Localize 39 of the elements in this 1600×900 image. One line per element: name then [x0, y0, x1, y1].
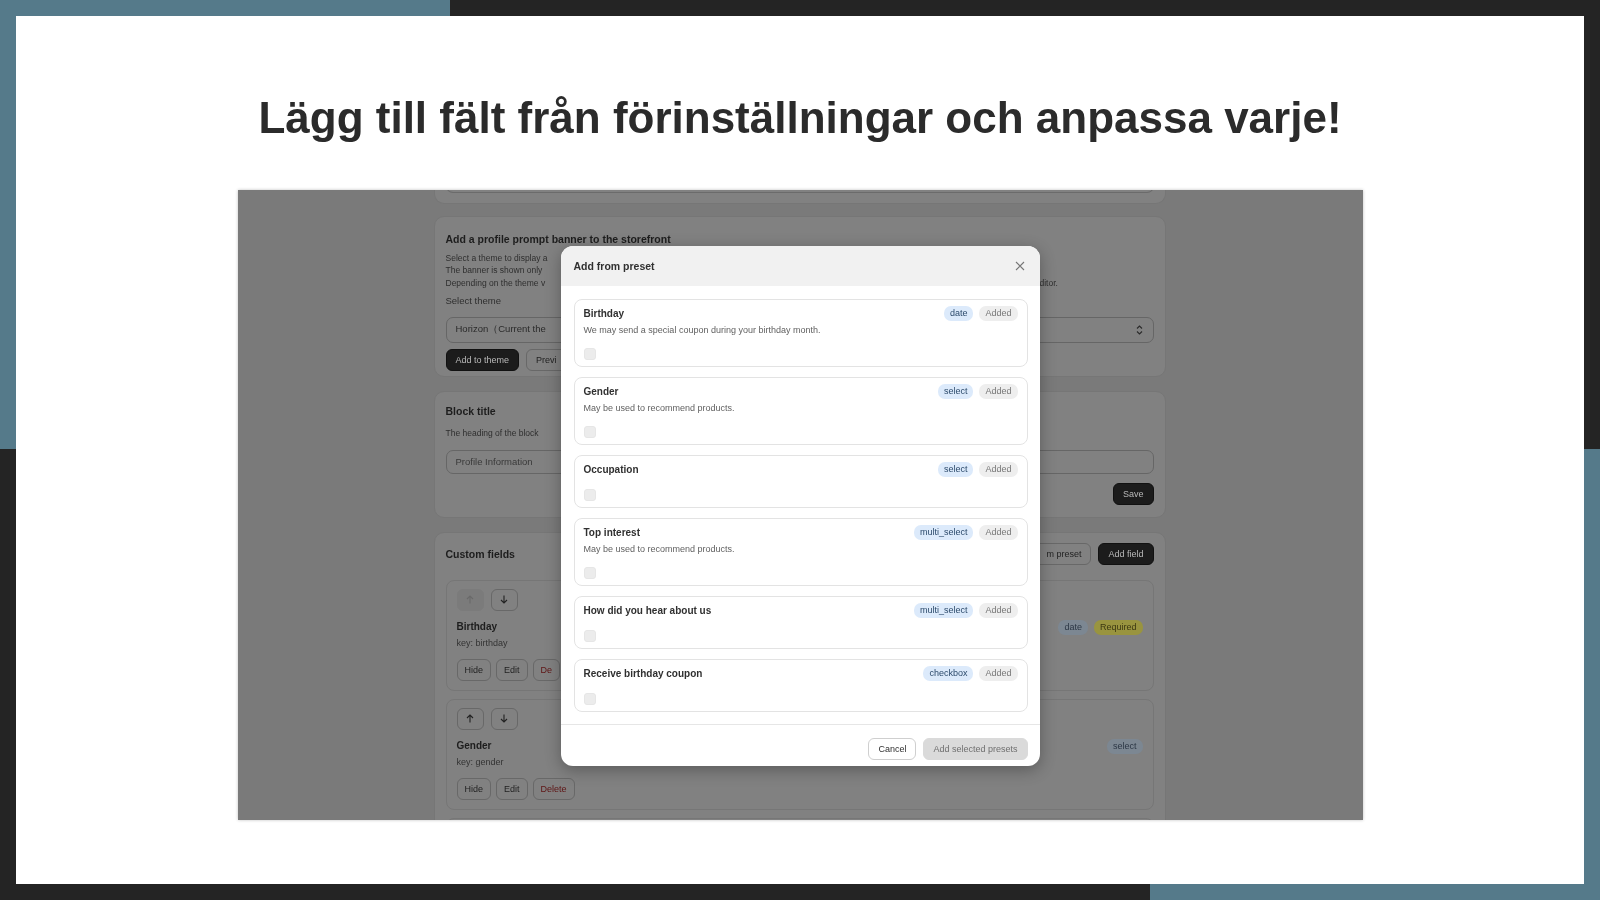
field-name: Gender	[456, 738, 493, 753]
card-title: Add a profile prompt banner to the storefront	[445, 232, 671, 246]
status-badge: Added	[979, 603, 1018, 618]
required-badge: Required	[1093, 619, 1143, 635]
dialog-title: Add from preset	[573, 260, 655, 272]
type-badge: multi_select	[913, 603, 974, 618]
preset-description: May be used to recommend products.	[583, 543, 736, 555]
type-badge: multi_select	[913, 525, 974, 540]
description-text: ditor.	[1039, 276, 1059, 289]
preset-name: Occupation	[583, 464, 639, 475]
type-badge: select	[937, 462, 974, 477]
field-key: key: gender	[456, 755, 504, 768]
preset-description: We may send a special coupon during your birthday month.	[583, 324, 822, 336]
description-text: Select a theme to display a	[445, 252, 549, 265]
status-badge: Added	[979, 384, 1018, 399]
type-badge: date	[1058, 619, 1088, 635]
description-text: Depending on the theme v	[445, 276, 547, 289]
field-label: Select theme	[445, 294, 501, 307]
description-text: The banner is shown only	[445, 264, 544, 277]
preset-name: How did you hear about us	[583, 605, 712, 616]
status-badge: Added	[979, 666, 1018, 681]
type-badge: select	[937, 384, 974, 399]
type-badge: date	[943, 306, 974, 321]
type-badge: select	[1107, 738, 1143, 754]
card-title: Block title	[445, 403, 496, 418]
preset-name: Birthday	[583, 308, 625, 319]
preset-name: Receive birthday coupon	[583, 668, 703, 679]
status-badge: Added	[979, 306, 1018, 321]
preset-name: Gender	[583, 386, 619, 397]
field-name: Birthday	[456, 619, 499, 634]
description-text: The heading of the block	[445, 426, 539, 439]
preset-description: May be used to recommend products.	[583, 402, 736, 414]
status-badge: Added	[979, 525, 1018, 540]
status-badge: Added	[979, 462, 1018, 477]
slide-title: Lägg till fält från förinställningar och anpassa varje!	[258, 92, 1342, 144]
field-key: key: birthday	[456, 636, 508, 649]
type-badge: checkbox	[923, 666, 974, 681]
card-title: Custom fields	[445, 546, 515, 561]
preset-name: Top interest	[583, 527, 640, 538]
